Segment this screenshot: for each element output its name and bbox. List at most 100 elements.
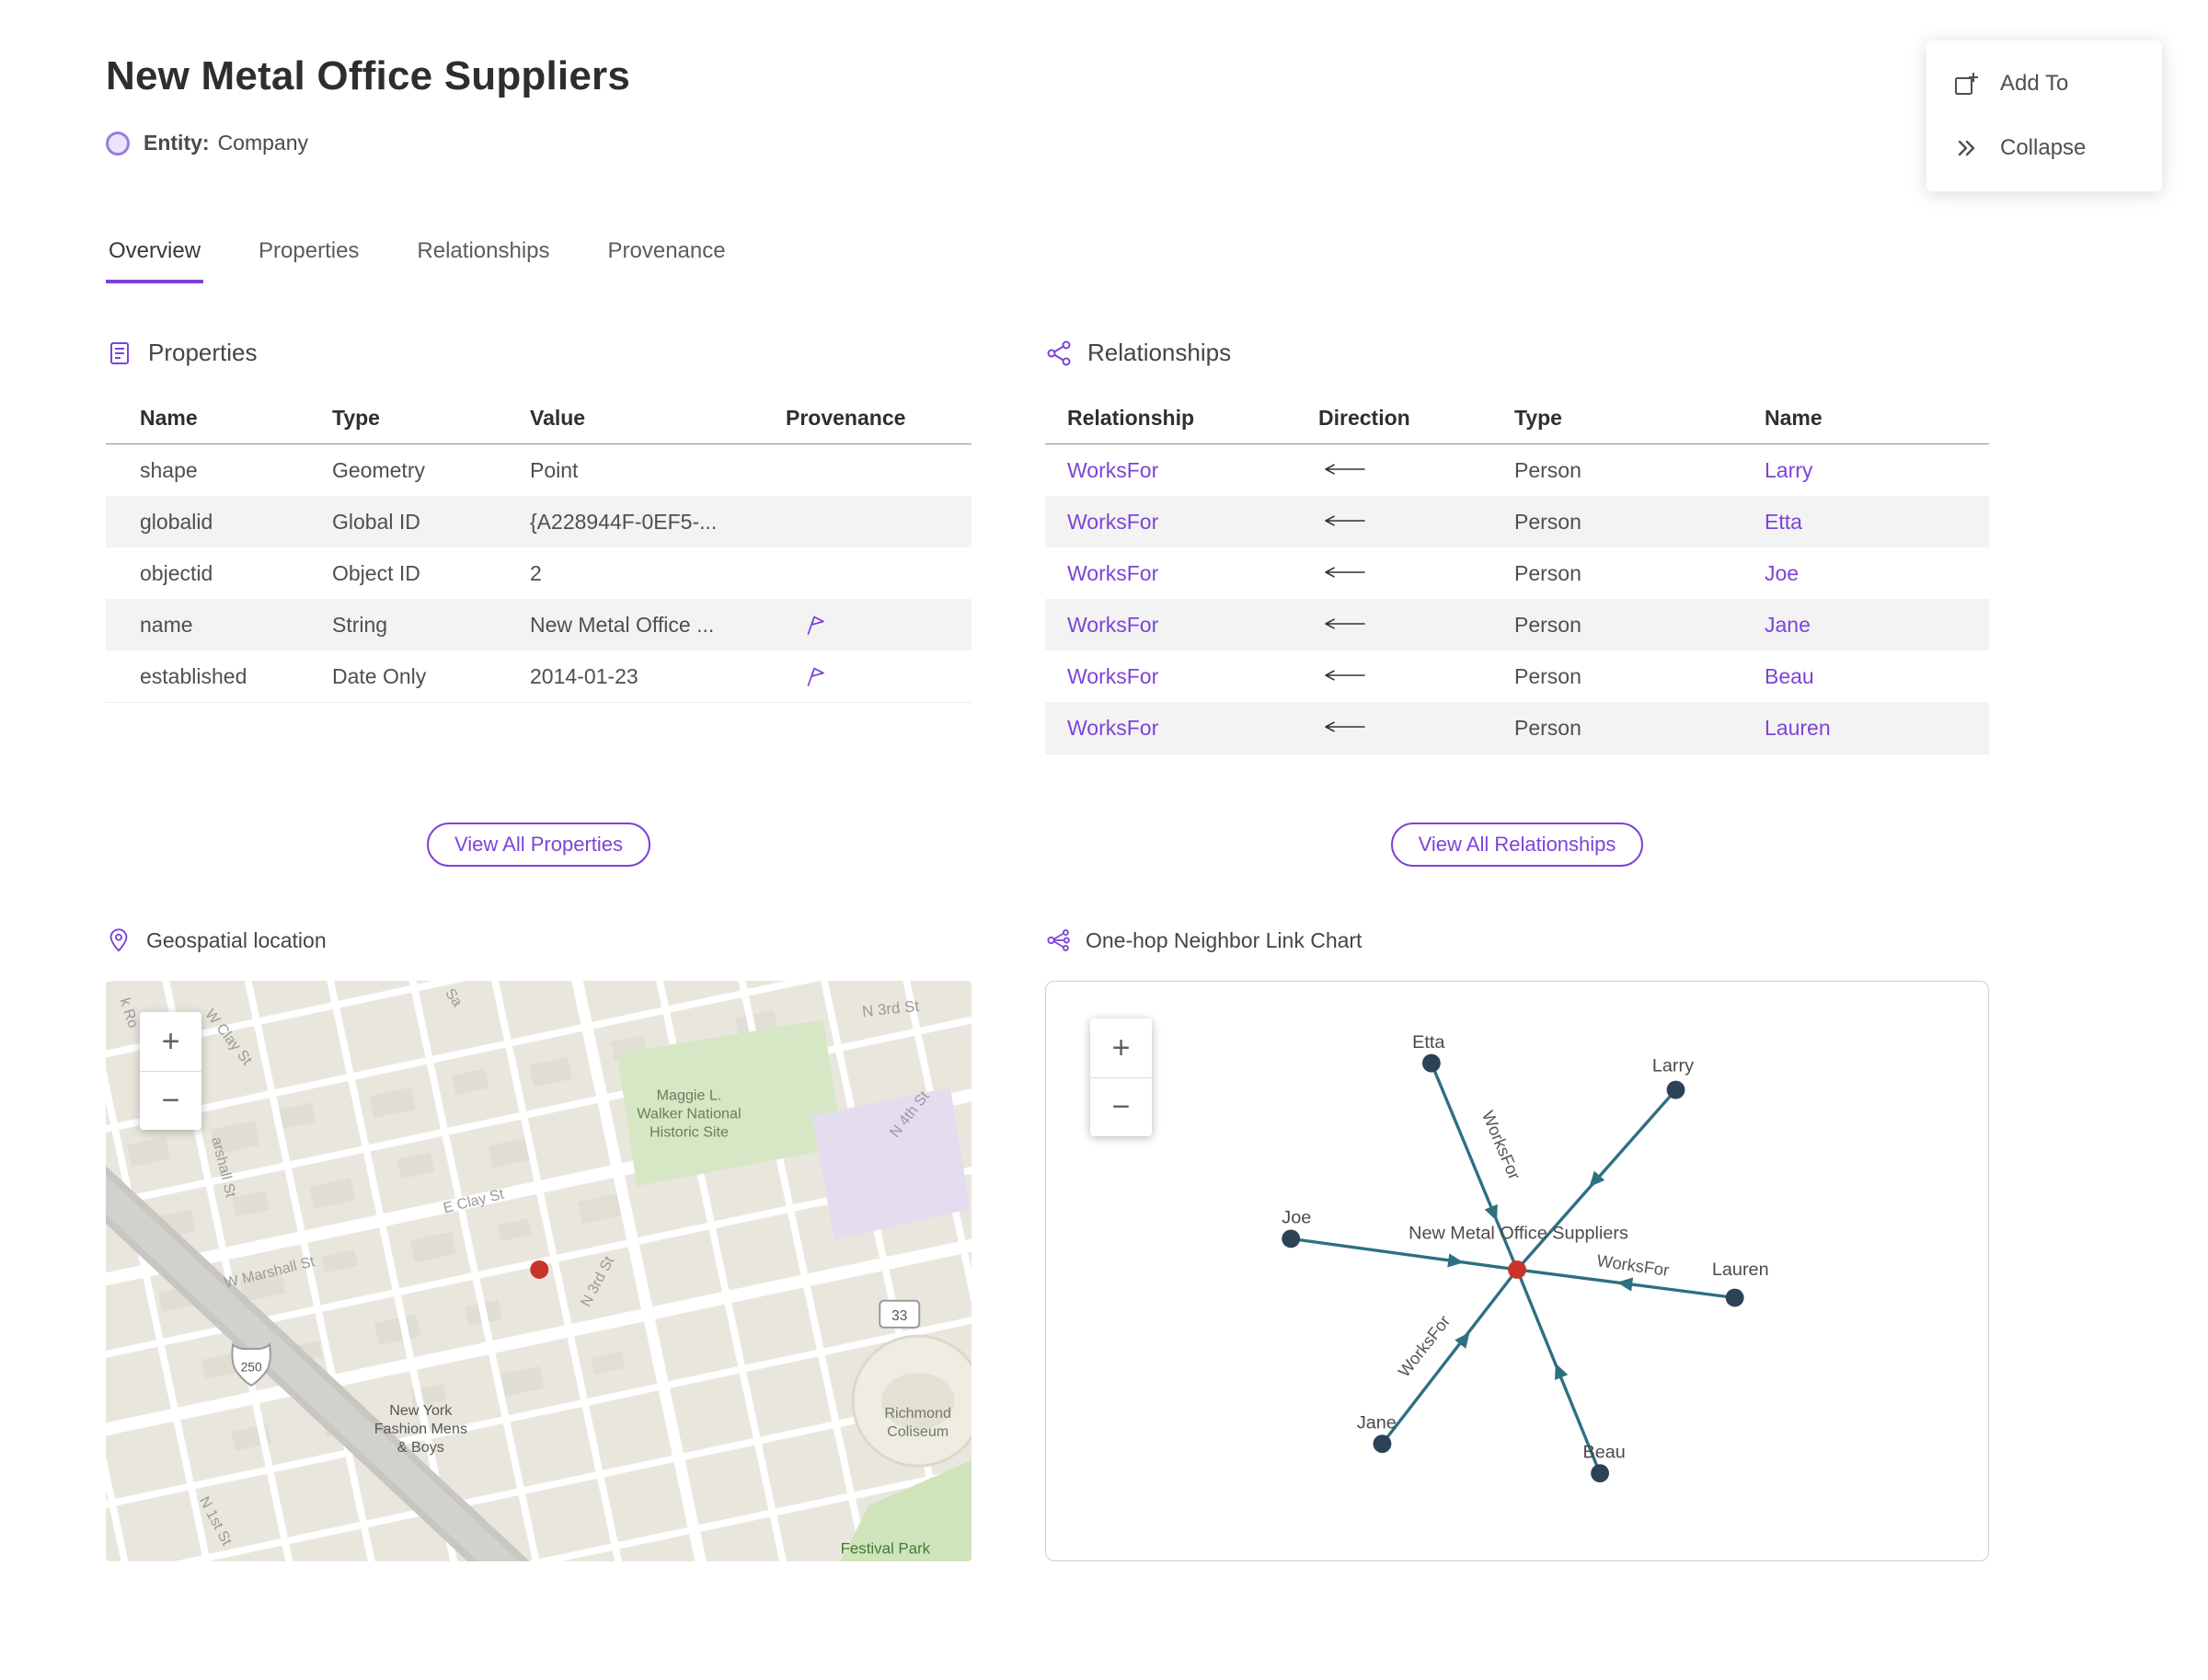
relationships-section: Relationships Relationship Direction Typ… bbox=[1045, 339, 1989, 874]
left-arrow-icon bbox=[1325, 669, 1365, 681]
left-arrow-icon bbox=[1325, 617, 1365, 629]
link-chart-canvas[interactable]: + − WorksFor WorksFor WorksFor Etta Larr… bbox=[1045, 981, 1989, 1561]
properties-section: Properties Name Type Value Provenance sh… bbox=[106, 339, 972, 874]
node-label-joe: Joe bbox=[1282, 1208, 1311, 1228]
col-type: Type bbox=[332, 406, 380, 430]
rel-name-link[interactable]: Jane bbox=[1742, 613, 1989, 638]
prop-value: 2014-01-23 bbox=[530, 663, 638, 688]
direction-cell bbox=[1296, 613, 1492, 638]
table-row: WorksFor Person Jane bbox=[1045, 599, 1989, 650]
col-name: Name bbox=[140, 406, 198, 430]
map-canvas[interactable]: + − k Ro W Clay St Sa N 3rd St N 4th St … bbox=[106, 981, 972, 1561]
poi-maggie-line2: Walker National bbox=[637, 1106, 741, 1122]
col-type: Type bbox=[1514, 406, 1562, 430]
view-all-relationships-button[interactable]: View All Relationships bbox=[1390, 823, 1644, 867]
relationships-table: Relationship Direction Type Name WorksFo… bbox=[1045, 393, 1989, 754]
entity-label: Entity: bbox=[144, 131, 210, 155]
prop-name: objectid bbox=[140, 560, 213, 585]
properties-table-header: Name Type Value Provenance bbox=[106, 393, 972, 444]
left-arrow-icon bbox=[1325, 463, 1365, 475]
prop-provenance bbox=[765, 613, 972, 637]
prop-type: Global ID bbox=[332, 509, 420, 534]
rel-type: Person bbox=[1514, 715, 1581, 740]
chart-nodes bbox=[1282, 1053, 1744, 1483]
map-zoom-in-button[interactable]: + bbox=[140, 1012, 201, 1071]
prop-value: New Metal Office ... bbox=[530, 612, 715, 637]
view-all-properties-button[interactable]: View All Properties bbox=[426, 823, 650, 867]
relationships-icon bbox=[1047, 340, 1071, 365]
link-chart-svg: WorksFor WorksFor WorksFor Etta Larry Jo… bbox=[1282, 1032, 1769, 1483]
geospatial-heading-label: Geospatial location bbox=[146, 927, 327, 952]
node-lauren[interactable] bbox=[1725, 1288, 1744, 1307]
entity-type-dot bbox=[106, 131, 130, 155]
relationships-heading-label: Relationships bbox=[1087, 339, 1232, 366]
entity-location-marker[interactable] bbox=[530, 1260, 549, 1279]
left-arrow-icon bbox=[1325, 566, 1365, 578]
rel-name-link[interactable]: Etta bbox=[1742, 510, 1989, 535]
relationship-link[interactable]: WorksFor bbox=[1045, 664, 1296, 689]
node-larry[interactable] bbox=[1666, 1080, 1685, 1099]
map-zoom-out-button[interactable]: − bbox=[140, 1071, 201, 1130]
provenance-flag-icon[interactable] bbox=[802, 613, 826, 637]
poi-ny-line2: Fashion Mens bbox=[374, 1421, 467, 1437]
relationship-link[interactable]: WorksFor bbox=[1045, 716, 1296, 741]
node-label-etta: Etta bbox=[1412, 1032, 1445, 1053]
left-arrow-icon bbox=[1325, 514, 1365, 526]
node-jane[interactable] bbox=[1373, 1434, 1392, 1454]
tab-properties[interactable]: Properties bbox=[256, 238, 362, 283]
edge-labels: WorksFor WorksFor WorksFor bbox=[1394, 1108, 1671, 1380]
tab-overview[interactable]: Overview bbox=[106, 238, 204, 283]
node-etta[interactable] bbox=[1421, 1053, 1441, 1073]
prop-value: Point bbox=[530, 457, 579, 482]
add-to-button[interactable]: Add To bbox=[1926, 52, 2162, 116]
prop-name: shape bbox=[140, 457, 198, 482]
relationship-link[interactable]: WorksFor bbox=[1045, 510, 1296, 535]
rel-name-link[interactable]: Lauren bbox=[1742, 716, 1989, 741]
poi-label-coliseum: Richmond Coliseum bbox=[884, 1405, 951, 1440]
rel-type: Person bbox=[1514, 560, 1581, 585]
edge-joe bbox=[1290, 1237, 1518, 1272]
relationship-link[interactable]: WorksFor bbox=[1045, 458, 1296, 483]
rel-name-link[interactable]: Joe bbox=[1742, 561, 1989, 586]
node-joe[interactable] bbox=[1282, 1229, 1301, 1248]
node-beau[interactable] bbox=[1591, 1464, 1609, 1483]
basemap: k Ro W Clay St Sa N 3rd St N 4th St arsh… bbox=[106, 981, 972, 1561]
prop-provenance bbox=[765, 664, 972, 688]
direction-cell bbox=[1296, 510, 1492, 535]
table-row: WorksFor Person Joe bbox=[1045, 547, 1989, 599]
edge-label-worksfor: WorksFor bbox=[1394, 1311, 1454, 1380]
rel-type: Person bbox=[1514, 663, 1581, 688]
chart-zoom-in-button[interactable]: + bbox=[1090, 1018, 1152, 1077]
prop-type: Object ID bbox=[332, 560, 420, 585]
link-chart-section: One-hop Neighbor Link Chart + − WorksFor… bbox=[1045, 927, 1989, 1561]
node-label-lauren: Lauren bbox=[1712, 1260, 1769, 1280]
action-card: Add To Collapse bbox=[1926, 40, 2162, 191]
collapse-label: Collapse bbox=[2000, 135, 2087, 160]
rel-type: Person bbox=[1514, 612, 1581, 637]
collapse-button[interactable]: Collapse bbox=[1926, 116, 2162, 180]
poi-ny-line3: & Boys bbox=[397, 1439, 444, 1456]
route-shield-33-label: 33 bbox=[891, 1308, 907, 1324]
col-provenance: Provenance bbox=[786, 406, 906, 430]
poi-coliseum-line1: Richmond bbox=[884, 1405, 951, 1421]
entity-detail-page: Add To Collapse New Metal Office Supplie… bbox=[0, 0, 2208, 1680]
direction-cell bbox=[1296, 561, 1492, 586]
table-row: WorksFor Person Lauren bbox=[1045, 702, 1989, 754]
link-chart-heading-label: One-hop Neighbor Link Chart bbox=[1086, 927, 1363, 952]
chart-zoom-out-button[interactable]: − bbox=[1090, 1077, 1152, 1136]
prop-value: 2 bbox=[530, 560, 542, 585]
relationship-link[interactable]: WorksFor bbox=[1045, 613, 1296, 638]
tab-provenance[interactable]: Provenance bbox=[605, 238, 729, 283]
poi-ny-line1: New York bbox=[389, 1402, 453, 1419]
edge-label-worksfor: WorksFor bbox=[1596, 1250, 1671, 1280]
tab-relationships[interactable]: Relationships bbox=[414, 238, 552, 283]
rel-name-link[interactable]: Beau bbox=[1742, 664, 1989, 689]
node-center-company[interactable] bbox=[1508, 1260, 1526, 1279]
provenance-flag-icon[interactable] bbox=[802, 664, 826, 688]
relationship-link[interactable]: WorksFor bbox=[1045, 561, 1296, 586]
table-row: globalid Global ID {A228944F-0EF5-... bbox=[106, 496, 972, 547]
table-row: WorksFor Person Beau bbox=[1045, 650, 1989, 702]
rel-name-link[interactable]: Larry bbox=[1742, 458, 1989, 483]
properties-button-row: View All Properties bbox=[106, 823, 972, 874]
route-shield-250-label: 250 bbox=[241, 1359, 262, 1374]
